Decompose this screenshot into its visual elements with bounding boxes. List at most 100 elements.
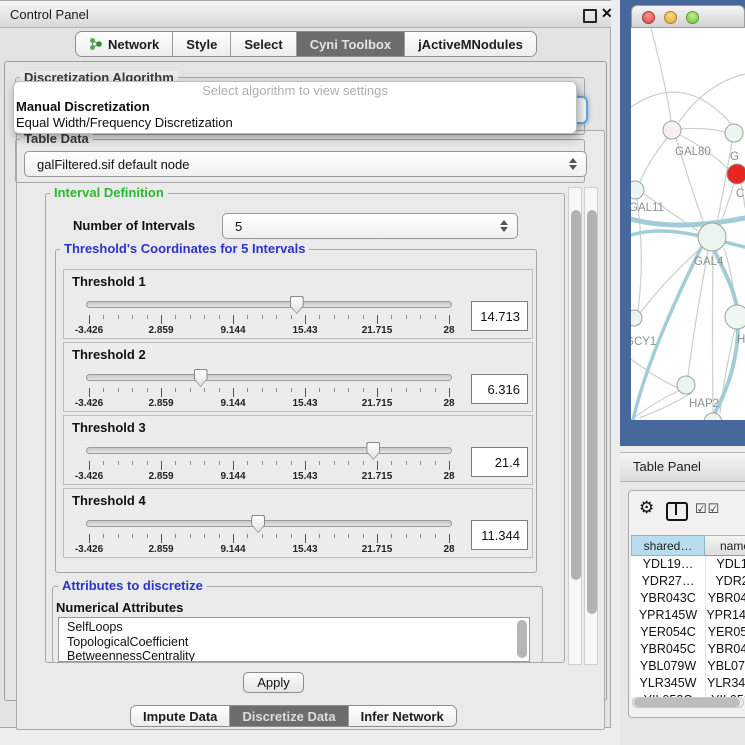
slider-tick [161, 461, 162, 470]
threshold-value-field[interactable]: 21.4 [471, 447, 528, 477]
slider-tick [363, 388, 364, 392]
slider-track[interactable] [86, 374, 452, 381]
network-edge[interactable] [631, 359, 678, 388]
column-header-name[interactable]: name [705, 535, 745, 556]
slider-tick [118, 315, 119, 319]
column-header-shared-name[interactable]: shared… [631, 535, 705, 556]
mac-close-icon[interactable] [642, 11, 655, 24]
slider-tick [204, 461, 205, 465]
slider-tick [291, 461, 292, 465]
mac-zoom-icon[interactable] [686, 11, 699, 24]
network-canvas[interactable]: GAL80GCGAL11GAL4GCY1HHAP2 [631, 28, 745, 420]
slider-tick [204, 534, 205, 538]
table-row[interactable]: YBR043CYBR043C [631, 590, 745, 607]
table-row[interactable]: YER054CYER054C [631, 624, 745, 641]
split-columns-icon[interactable] [666, 502, 688, 521]
threshold-value-field[interactable]: 6.316 [471, 374, 528, 404]
dropdown-item-1[interactable]: Manual Discretization [14, 99, 576, 115]
bottom-tab-discretize-data[interactable]: Discretize Data [229, 706, 347, 726]
gear-icon[interactable]: ⚙ [639, 499, 654, 516]
tab-cyni-toolbox[interactable]: Cyni Toolbox [296, 32, 404, 56]
threshold-value-field[interactable]: 14.713 [471, 301, 528, 331]
mac-minimize-icon[interactable] [664, 11, 677, 24]
bottom-tab-impute-data[interactable]: Impute Data [131, 706, 229, 726]
table-row[interactable]: YBL079WYBL079W [631, 658, 745, 675]
slider-thumb[interactable] [290, 296, 304, 314]
network-edge[interactable] [631, 92, 732, 125]
node-label: C [736, 188, 744, 200]
panel-vertical-scrollbar[interactable] [584, 187, 598, 665]
slider-tick [147, 315, 148, 319]
inner-vertical-scrollbar[interactable] [568, 187, 582, 665]
tab-select[interactable]: Select [230, 32, 295, 56]
network-edge[interactable] [681, 128, 725, 132]
slider-tick [118, 534, 119, 538]
network-node-hap2[interactable] [677, 376, 695, 394]
slider-thumb[interactable] [366, 442, 380, 460]
tick-label: 28 [419, 544, 479, 555]
attribute-item[interactable]: BetweennessCentrality [59, 649, 529, 662]
slider-tick [305, 461, 306, 470]
network-edge[interactable] [640, 138, 667, 182]
slider-tick [377, 534, 378, 543]
float-window-icon[interactable] [583, 9, 597, 23]
bottom-tab-infer-network[interactable]: Infer Network [348, 706, 456, 726]
attributes-list-scrollbar[interactable] [517, 620, 527, 658]
network-node-h[interactable] [725, 305, 745, 329]
threshold-card-4: Threshold 4-3.4262.8599.14415.4321.71528… [63, 488, 533, 558]
attribute-item[interactable]: SelfLoops [59, 618, 529, 635]
dropdown-item-2[interactable]: Equal Width/Frequency Discretization [14, 115, 576, 131]
network-edge[interactable] [651, 28, 671, 121]
attribute-item[interactable]: TopologicalCoefficient [59, 635, 529, 650]
table-row[interactable]: YDL19…YDL19 [631, 556, 745, 573]
inner-vertical-scrollbar-thumb[interactable] [571, 210, 581, 580]
network-edge-highlighted[interactable] [631, 218, 745, 225]
table-row[interactable]: YDR27…YDR27 [631, 573, 745, 590]
apply-button[interactable]: Apply [243, 672, 304, 693]
slider-track[interactable] [86, 301, 452, 308]
numerical-attributes-list[interactable]: SelfLoopsTopologicalCoefficientBetweenne… [58, 617, 530, 662]
table-horizontal-scrollbar-thumb[interactable] [634, 698, 740, 707]
cell-shared-name: YLR345W [631, 675, 706, 692]
cell-name: YDR27 [706, 573, 745, 590]
slider-tick [89, 388, 90, 397]
network-edge[interactable] [637, 199, 641, 310]
network-node-gcy1[interactable] [631, 310, 642, 326]
slider-tick [420, 388, 421, 392]
tab-style[interactable]: Style [172, 32, 230, 56]
network-edge[interactable] [640, 248, 701, 313]
network-edge[interactable] [713, 251, 714, 413]
table-row[interactable]: YLR345WYLR345W [631, 675, 745, 692]
network-edge[interactable] [679, 74, 745, 122]
table-row[interactable]: YBR045CYBR045C [631, 641, 745, 658]
slider-thumb[interactable] [194, 369, 208, 387]
select-columns-icon[interactable]: ☑☑ [695, 501, 720, 517]
threshold-value-field[interactable]: 11.344 [471, 520, 528, 550]
network-node-c[interactable] [727, 164, 745, 184]
slider-tick [147, 534, 148, 538]
network-node-gal11[interactable] [631, 181, 644, 199]
tab-network[interactable]: Network [76, 32, 172, 56]
slider-thumb[interactable] [251, 515, 265, 533]
table-row[interactable]: YPR145WYPR145W [631, 607, 745, 624]
number-of-intervals-combobox[interactable]: 5 [222, 213, 518, 239]
cell-name: YBL079W [706, 658, 745, 675]
table-data-combobox[interactable]: galFiltered.sif default node [24, 151, 587, 177]
close-icon[interactable]: ✕ [601, 5, 613, 22]
cell-name: YBR043C [706, 590, 745, 607]
slider-tick [406, 461, 407, 465]
network-node-g[interactable] [725, 124, 743, 142]
slider-track[interactable] [86, 520, 452, 527]
slider-tick [334, 315, 335, 319]
tick-label: 21.715 [347, 544, 407, 555]
panel-vertical-scrollbar-thumb[interactable] [587, 210, 597, 614]
network-node-gal4[interactable] [698, 223, 726, 251]
network-edge-highlighted[interactable] [631, 231, 745, 247]
tick-label: 2.859 [131, 398, 191, 409]
tab-jactivemnodules[interactable]: jActiveMNodules [404, 32, 536, 56]
network-node-gal80[interactable] [663, 121, 681, 139]
network-node[interactable] [704, 413, 722, 420]
slider-tick [161, 388, 162, 397]
slider-tick [391, 534, 392, 538]
slider-track[interactable] [86, 447, 452, 454]
